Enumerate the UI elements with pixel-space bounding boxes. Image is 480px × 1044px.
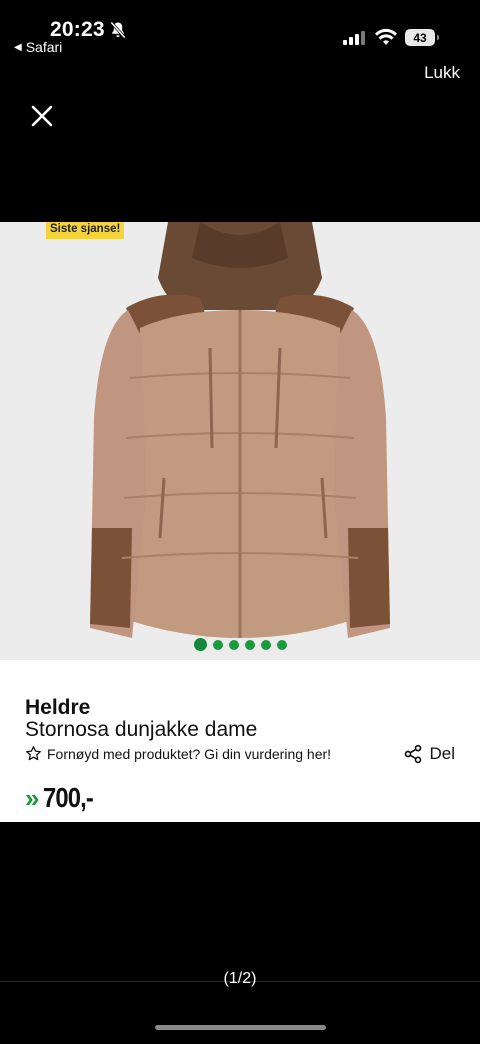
gallery-dot-3[interactable] [229, 639, 239, 650]
star-outline-icon [26, 746, 41, 761]
gallery-dot-2[interactable] [213, 639, 223, 650]
price-row: » 700,- [25, 782, 102, 814]
close-button[interactable]: Lukk [424, 63, 460, 83]
back-to-app-link[interactable]: ◀ Safari [14, 39, 62, 55]
rating-link[interactable]: Fornøyd med produktet? Gi din vurdering … [25, 745, 331, 762]
share-button[interactable]: Del [403, 744, 455, 764]
product-info-panel: Heldre Stornosa dunjakke dame Fornøyd me… [0, 660, 480, 822]
home-indicator[interactable] [155, 1025, 326, 1030]
product-brand: Heldre [25, 696, 91, 719]
product-name: Stornosa dunjakke dame [25, 718, 258, 741]
gallery-pagination [194, 638, 287, 651]
rating-prompt: Fornøyd med produktet? Gi din vurdering … [47, 745, 332, 762]
wifi-icon [375, 28, 397, 45]
close-icon[interactable] [28, 102, 56, 130]
gallery-dot-4[interactable] [245, 639, 255, 650]
gallery-dot-6[interactable] [277, 639, 287, 650]
back-app-label: Safari [25, 39, 63, 55]
page-indicator: (1/2) [223, 970, 257, 987]
promo-badge: Siste sjanse! [46, 222, 125, 239]
share-icon [405, 744, 422, 764]
product-image [90, 222, 390, 638]
signal-icon [343, 31, 365, 45]
battery-icon: 43 [405, 29, 439, 46]
product-image-gallery[interactable]: Siste sjanse! [0, 222, 480, 660]
status-bar: 20:23 ◀ Safari 43 [0, 0, 480, 60]
back-triangle-icon: ◀ [14, 41, 22, 53]
share-label: Del [429, 744, 455, 763]
bell-slash-icon [110, 21, 126, 39]
product-price: 700,- [43, 782, 94, 813]
gallery-dot-5[interactable] [261, 639, 271, 650]
price-chevron-icon: » [25, 783, 40, 813]
gallery-dot-1[interactable] [194, 638, 207, 651]
